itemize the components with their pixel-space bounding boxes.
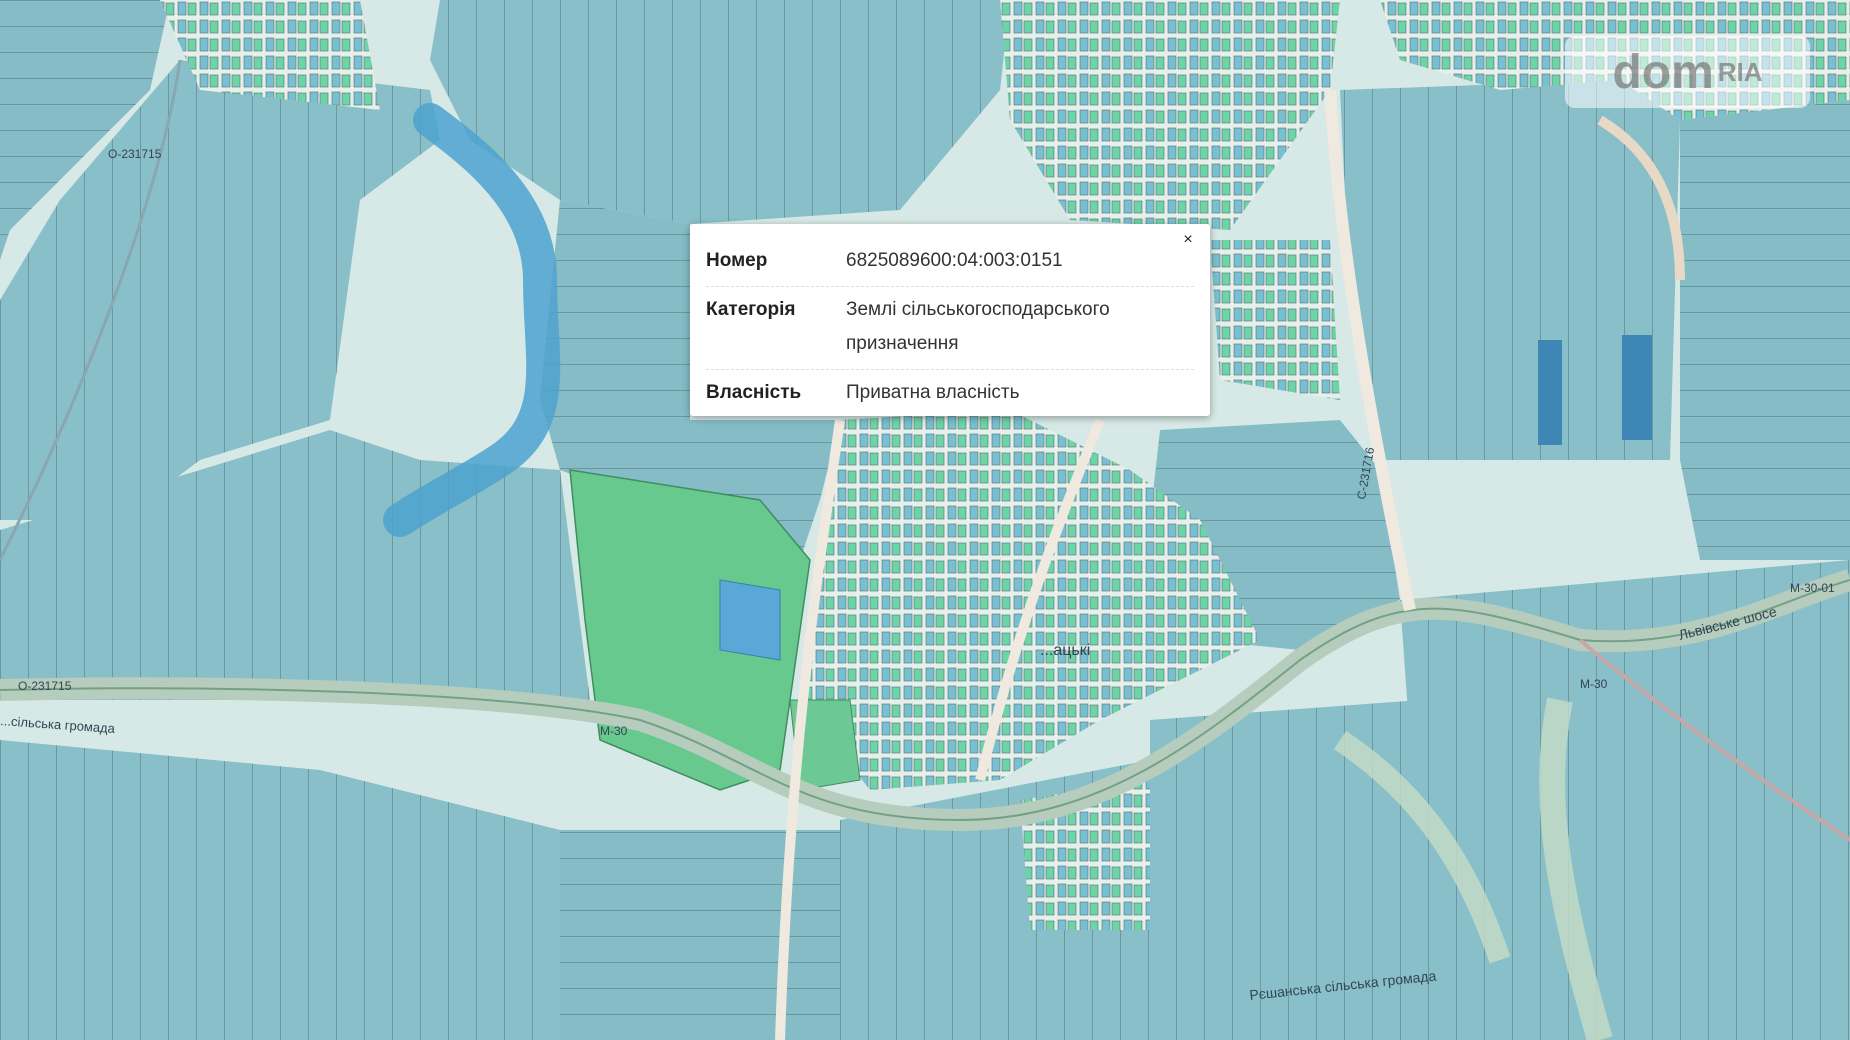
logo-suffix: RIA: [1717, 56, 1763, 87]
popup-row-number: Номер 6825089600:04:003:0151: [706, 238, 1194, 287]
land-category: Землі сільськогосподарського призначення: [846, 299, 1110, 354]
parcel-info-popup: × Номер 6825089600:04:003:0151 Категорія…: [690, 224, 1210, 416]
ownership-type: Приватна власність: [846, 382, 1020, 403]
cadastral-number: 6825089600:04:003:0151: [846, 250, 1063, 271]
settlement-label: ...ацькі: [1040, 642, 1090, 659]
popup-label: Категорія: [706, 299, 796, 320]
domria-logo: dom RIA: [1565, 36, 1810, 108]
close-icon[interactable]: ×: [1180, 232, 1196, 248]
popup-row-ownership: Власність Приватна власність: [706, 370, 1194, 418]
road-label: М-30: [600, 724, 628, 738]
popup-label: Номер: [706, 250, 768, 271]
road-label: О-231715: [18, 679, 72, 693]
cadastral-map[interactable]: О-231715 О-231715 М-30 С-231716 Львівськ…: [0, 0, 1850, 1040]
logo-main: dom: [1612, 45, 1714, 99]
popup-label: Власність: [706, 382, 802, 403]
road-label: О-231715: [108, 147, 162, 161]
road-label: М-30-01: [1790, 581, 1835, 595]
road-label: М-30: [1580, 677, 1608, 691]
popup-row-category: Категорія Землі сільськогосподарського п…: [706, 287, 1194, 370]
